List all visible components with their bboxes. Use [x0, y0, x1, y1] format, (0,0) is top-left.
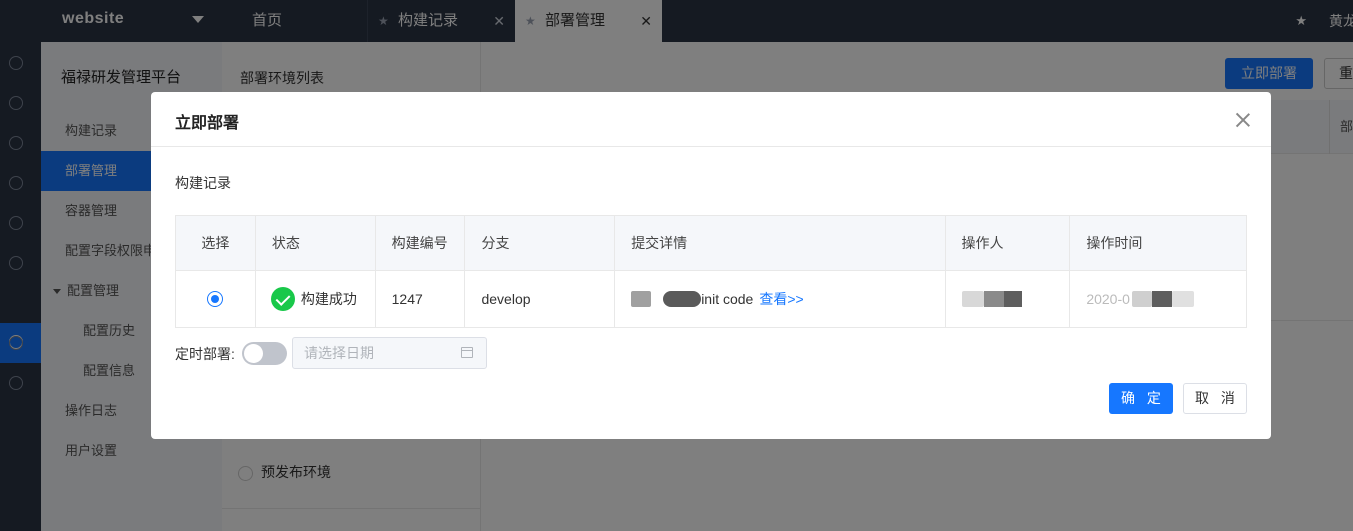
redacted-block	[1151, 291, 1172, 307]
column-header-select: 选择	[176, 216, 256, 270]
table-row[interactable]: 构建成功 1247 develop init code 查看>> 2020-0	[176, 271, 1246, 327]
cancel-button[interactable]: 取 消	[1183, 383, 1247, 414]
confirm-button[interactable]: 确 定	[1109, 383, 1173, 414]
column-header-operator: 操作人	[946, 216, 1071, 270]
status-cell: 构建成功	[256, 271, 376, 327]
date-placeholder: 请选择日期	[304, 345, 374, 361]
redacted-block	[651, 291, 664, 307]
modal-header: 立即部署	[151, 92, 1271, 147]
status-text: 构建成功	[300, 291, 357, 307]
modal-title: 立即部署	[175, 115, 240, 132]
redacted-block	[663, 291, 702, 307]
check-circle-icon	[270, 287, 295, 311]
schedule-toggle[interactable]	[242, 342, 287, 365]
column-header-build-no: 构建编号	[376, 216, 466, 270]
time-cell: 2020-0	[1070, 271, 1246, 327]
table-header-row: 选择 状态 构建编号 分支 提交详情 操作人 操作时间	[176, 216, 1246, 271]
column-header-commit: 提交详情	[615, 216, 946, 270]
build-records-table: 选择 状态 构建编号 分支 提交详情 操作人 操作时间 构建成功 1247 de…	[175, 215, 1247, 328]
calendar-icon	[461, 347, 473, 358]
redacted-block	[1003, 291, 1022, 307]
date-picker-input[interactable]: 请选择日期	[292, 337, 487, 369]
redacted-block	[1171, 291, 1194, 307]
column-header-status: 状态	[256, 216, 376, 270]
commit-cell: init code 查看>>	[615, 271, 946, 327]
build-no-cell: 1247	[376, 271, 466, 327]
time-text: 2020-0	[1086, 291, 1130, 307]
column-header-time: 操作时间	[1086, 235, 1143, 251]
redacted-block	[961, 291, 984, 307]
branch-cell: develop	[465, 271, 616, 327]
schedule-label: 定时部署:	[175, 346, 235, 362]
operator-cell	[946, 271, 1071, 327]
row-radio-selected[interactable]	[207, 291, 224, 307]
view-commit-link[interactable]: 查看>>	[759, 289, 803, 309]
commit-message: init code	[701, 291, 754, 307]
section-label: 构建记录	[175, 175, 231, 191]
close-icon[interactable]	[1233, 110, 1253, 130]
column-header-branch: 分支	[465, 216, 616, 270]
redacted-block	[631, 291, 652, 307]
select-cell	[176, 271, 256, 327]
redacted-block	[983, 291, 1004, 307]
redacted-block	[1131, 291, 1152, 307]
deploy-modal: 立即部署 构建记录 选择 状态 构建编号 分支 提交详情 操作人 操作时间 构建…	[151, 92, 1271, 439]
